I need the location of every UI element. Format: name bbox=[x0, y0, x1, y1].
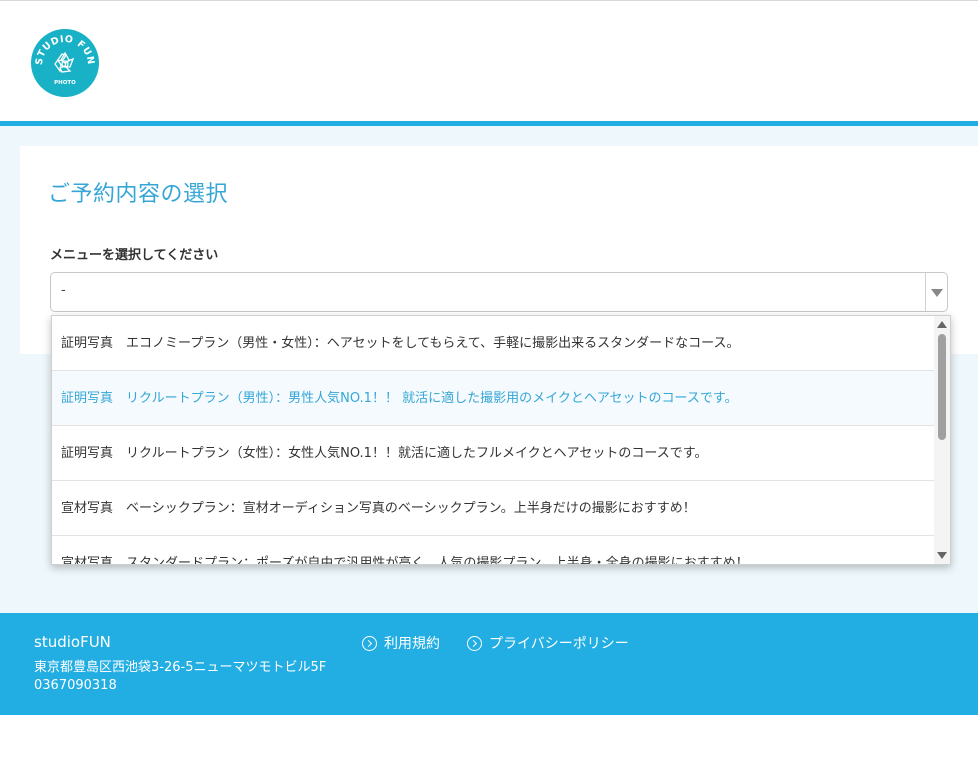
dropdown-option-basic-plan[interactable]: 宣材写真 ベーシックプラン：宣材オーディション写真のベーシックプラン。上半身だけ… bbox=[52, 481, 936, 536]
logo-sub-text: PHOTO bbox=[54, 80, 76, 86]
privacy-link-label: プライバシーポリシー bbox=[489, 636, 629, 652]
menu-select-value: - bbox=[61, 283, 66, 298]
logo-mark: STUDIO FUN PHOTO bbox=[34, 34, 96, 86]
menu-select-label: メニューを選択してください bbox=[50, 248, 219, 263]
chevron-right-circle-icon bbox=[467, 636, 482, 651]
page-title: ご予約内容の選択 bbox=[48, 182, 229, 207]
menu-select[interactable]: - bbox=[50, 272, 948, 312]
chevron-right-circle-icon bbox=[362, 636, 377, 651]
footer-phone: 0367090318 bbox=[34, 678, 117, 693]
scroll-up-icon[interactable] bbox=[937, 321, 947, 328]
footer-studio-name: studioFUN bbox=[34, 633, 111, 651]
site-footer: studioFUN 東京都豊島区西池袋3-26-5ニューマツモトビル5F 036… bbox=[0, 613, 978, 715]
scrollbar-thumb[interactable] bbox=[938, 334, 946, 440]
chevron-down-icon[interactable] bbox=[931, 289, 943, 297]
select-divider bbox=[925, 273, 926, 311]
site-header: STUDIO FUN PHOTO bbox=[0, 1, 978, 122]
terms-link-label: 利用規約 bbox=[384, 636, 440, 652]
dropdown-scrollbar[interactable] bbox=[934, 316, 950, 564]
privacy-policy-link[interactable]: プライバシーポリシー bbox=[467, 633, 629, 653]
terms-link[interactable]: 利用規約 bbox=[362, 633, 440, 653]
studio-fun-logo[interactable]: STUDIO FUN PHOTO bbox=[31, 29, 99, 97]
dropdown-option-economy-plan[interactable]: 証明写真 エコノミープラン（男性・女性）：ヘアセットをしてもらえて、手軽に撮影出… bbox=[52, 316, 936, 371]
dropdown-option-recruit-plan-female[interactable]: 証明写真 リクルートプラン（女性）：女性人気NO.1！！就活に適したフルメイクと… bbox=[52, 426, 936, 481]
menu-dropdown-list[interactable]: 証明写真 エコノミープラン（男性・女性）：ヘアセットをしてもらえて、手軽に撮影出… bbox=[51, 315, 951, 565]
scroll-down-icon[interactable] bbox=[937, 552, 947, 559]
dropdown-option-standard-plan[interactable]: 宣材写真 スタンダードプラン：ポーズが自由で汎用性が高く、人気の撮影プラン。上半… bbox=[52, 536, 936, 564]
footer-address: 東京都豊島区西池袋3-26-5ニューマツモトビル5F bbox=[34, 660, 327, 675]
dropdown-option-recruit-plan-male[interactable]: 証明写真 リクルートプラン（男性）：男性人気NO.1！！ 就活に適した撮影用のメ… bbox=[52, 371, 936, 426]
dropdown-options: 証明写真 エコノミープラン（男性・女性）：ヘアセットをしてもらえて、手軽に撮影出… bbox=[52, 316, 936, 564]
